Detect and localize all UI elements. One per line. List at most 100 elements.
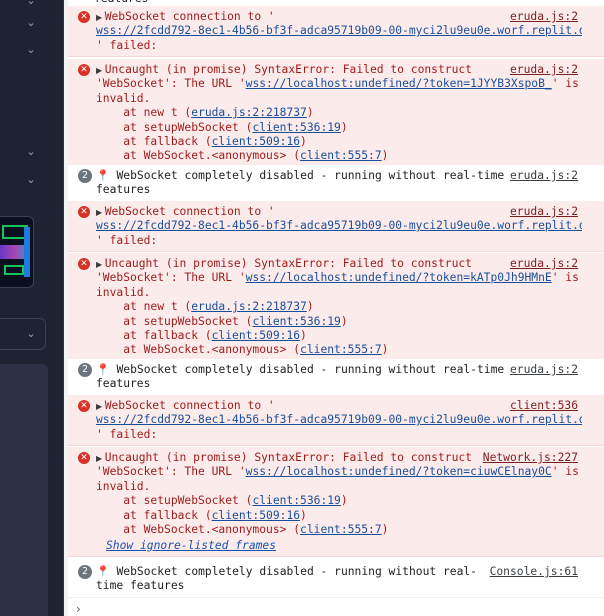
stack-frame-text: ): [381, 523, 389, 536]
chevron-down-icon[interactable]: ⌄: [24, 173, 38, 187]
message-text: WebSocket completely disabled - running …: [109, 363, 505, 376]
message-text: ' is: [551, 77, 579, 91]
message-line: features: [96, 377, 604, 391]
error-message: ✕ Network.js:227 ▶ Uncaught (in promise) S…: [68, 447, 604, 558]
stack-frame: at WebSocket.<anonymous> (client:555:7): [96, 149, 604, 163]
message-line: ▶ WebSocket connection to ': [96, 205, 509, 219]
chevron-down-icon[interactable]: ⌄: [24, 145, 38, 159]
message-line: ▶ Uncaught (in promise) SyntaxError: Fai…: [96, 63, 509, 77]
message-line: ▶ WebSocket connection to ': [96, 399, 509, 413]
collapsed-panel[interactable]: ⌄: [0, 318, 46, 350]
app-thumbnail[interactable]: [0, 216, 34, 288]
websocket-url-link[interactable]: wss://2fcdd792-8ec1-4b56-bf3f-adca95719b…: [96, 413, 582, 426]
triangle-right-icon[interactable]: ▶: [96, 66, 105, 75]
error-message: ✕ eruda.js:2 ▶ Uncaught (in promise) Synta…: [68, 59, 604, 168]
message-line: ' failed:: [96, 234, 604, 248]
source-link[interactable]: eruda.js:2: [510, 169, 578, 183]
error-circle-icon: ✕: [78, 400, 90, 412]
stack-frame-text: at fallback (: [96, 508, 212, 522]
stack-frame-link[interactable]: client:509:16: [212, 509, 300, 522]
websocket-url-link[interactable]: wss://2fcdd792-8ec1-4b56-bf3f-adca95719b…: [96, 219, 582, 232]
stack-frame-link[interactable]: client:555:7: [300, 523, 382, 536]
chevron-down-icon[interactable]: ⌄: [24, 0, 38, 8]
bottom-panel: [0, 364, 48, 616]
message-text: ' failed:: [96, 233, 158, 247]
message-text: ' is: [551, 465, 579, 479]
chevron-down-icon[interactable]: ⌄: [24, 43, 38, 57]
source-link[interactable]: eruda.js:2: [510, 257, 578, 271]
message-line: ▶ Uncaught (in promise) SyntaxError: Fai…: [96, 451, 509, 465]
message-line: 📍 WebSocket completely disabled - runnin…: [96, 363, 509, 377]
invalid-url-link[interactable]: wss://localhost:undefined/?token=kATp0Jh…: [246, 271, 552, 284]
stack-frame-text: at setupWebSocket (: [96, 494, 253, 508]
message-text: ' failed:: [96, 427, 158, 441]
error-message: ✕ client:536 ▶ WebSocket connection to ' ws…: [68, 395, 604, 447]
message-line: ▶ Uncaught (in promise) SyntaxError: Fai…: [96, 257, 509, 271]
message-text: invalid.: [96, 285, 151, 299]
message-text: features: [96, 377, 151, 391]
source-link[interactable]: eruda.js:2: [510, 363, 578, 377]
message-line: ' failed:: [96, 39, 604, 53]
stack-frame-text: at fallback (: [96, 329, 212, 342]
console-prompt[interactable]: ›: [76, 602, 81, 616]
source-link[interactable]: client:536: [510, 399, 578, 413]
message-text: invalid.: [96, 479, 151, 493]
message-line: 📍 WebSocket completely disabled - runnin…: [96, 565, 509, 579]
stack-frame-link[interactable]: client:555:7: [300, 343, 382, 356]
message-text: WebSocket completely disabled - running …: [109, 565, 477, 578]
stack-frame-link[interactable]: client:509:16: [212, 135, 300, 148]
triangle-right-icon[interactable]: ▶: [96, 13, 105, 22]
message-text: invalid.: [96, 91, 151, 105]
stack-frame: at WebSocket.<anonymous> (client:555:7): [96, 343, 604, 357]
stack-frame-text: ): [340, 120, 348, 134]
source-link[interactable]: eruda.js:2: [510, 10, 578, 24]
app-sidebar: ⌄ ⌄ ⌄ ⌄ ⌄ ⌄: [0, 0, 64, 616]
stack-frame-text: ): [306, 300, 314, 314]
stack-frame-text: ): [381, 149, 389, 163]
message-text: 'WebSocket': The URL ': [96, 271, 246, 285]
pushpin-icon: 📍: [96, 363, 110, 376]
triangle-right-icon[interactable]: ▶: [96, 454, 105, 463]
message-line: time features: [96, 579, 604, 593]
log-message: 2 eruda.js:2 📍 WebSocket completely disabl…: [68, 359, 604, 396]
chevron-down-icon[interactable]: ⌄: [24, 16, 38, 30]
message-line: wss://2fcdd792-8ec1-4b56-bf3f-adca95719b…: [96, 24, 582, 38]
message-line: Show ignore-listed frames: [106, 539, 604, 553]
stack-frame-link[interactable]: client:555:7: [300, 149, 382, 162]
stack-frame-link[interactable]: client:536:19: [252, 121, 340, 134]
stack-frame: at setupWebSocket (client:536:19): [96, 315, 604, 329]
stack-frame-text: ): [340, 314, 348, 328]
websocket-url-link[interactable]: wss://2fcdd792-8ec1-4b56-bf3f-adca95719b…: [96, 24, 582, 37]
show-ignore-listed-frames-link[interactable]: Show ignore-listed frames: [106, 539, 276, 552]
pushpin-icon: 📍: [96, 169, 110, 182]
message-text: 'WebSocket': The URL ': [96, 465, 246, 479]
invalid-url-link[interactable]: wss://localhost:undefined/?token=ciuwCEl…: [246, 465, 552, 478]
triangle-right-icon[interactable]: ▶: [96, 208, 105, 217]
triangle-right-icon[interactable]: ▶: [96, 402, 105, 411]
source-link[interactable]: eruda.js:2: [510, 205, 578, 219]
stack-frame-link[interactable]: client:536:19: [252, 494, 340, 507]
invalid-url-link[interactable]: wss://localhost:undefined/?token=1JYYB3X…: [246, 77, 552, 90]
stack-frame: at WebSocket.<anonymous> (client:555:7): [96, 523, 604, 537]
repeat-count-badge: 2: [78, 169, 92, 183]
error-message: ✕ eruda.js:2 ▶ Uncaught (in promise) Synta…: [68, 253, 604, 362]
stack-frame-link[interactable]: eruda.js:2:218737: [191, 300, 307, 313]
message-line: features: [96, 183, 604, 197]
stack-frame-link[interactable]: client:536:19: [252, 315, 340, 328]
stack-frame-text: at WebSocket.<anonymous> (: [96, 523, 301, 536]
stack-frame-text: at fallback (: [96, 135, 212, 148]
error-circle-icon: ✕: [78, 64, 90, 76]
stack-frame-link[interactable]: eruda.js:2:218737: [191, 106, 307, 119]
message-line: 'WebSocket': The URL 'wss://localhost:un…: [96, 465, 604, 479]
console-log: features ✕eruda.js:2▶ WebSocket connecti…: [68, 0, 604, 616]
log-message: 2 Console.js:61 📍 WebSocket completely dis…: [68, 561, 604, 598]
stack-frame: at setupWebSocket (client:536:19): [96, 494, 604, 508]
stack-frame-link[interactable]: client:509:16: [212, 329, 300, 342]
message-line: invalid.: [96, 480, 604, 494]
message-line: ' failed:: [96, 428, 604, 442]
error-message: ✕ eruda.js:2 ▶ WebSocket connection to ' ws…: [68, 6, 604, 58]
source-link[interactable]: eruda.js:2: [510, 63, 578, 77]
chevron-down-icon[interactable]: ⌄: [24, 327, 38, 341]
stack-frame-text: ): [340, 494, 348, 508]
triangle-right-icon[interactable]: ▶: [96, 260, 105, 269]
